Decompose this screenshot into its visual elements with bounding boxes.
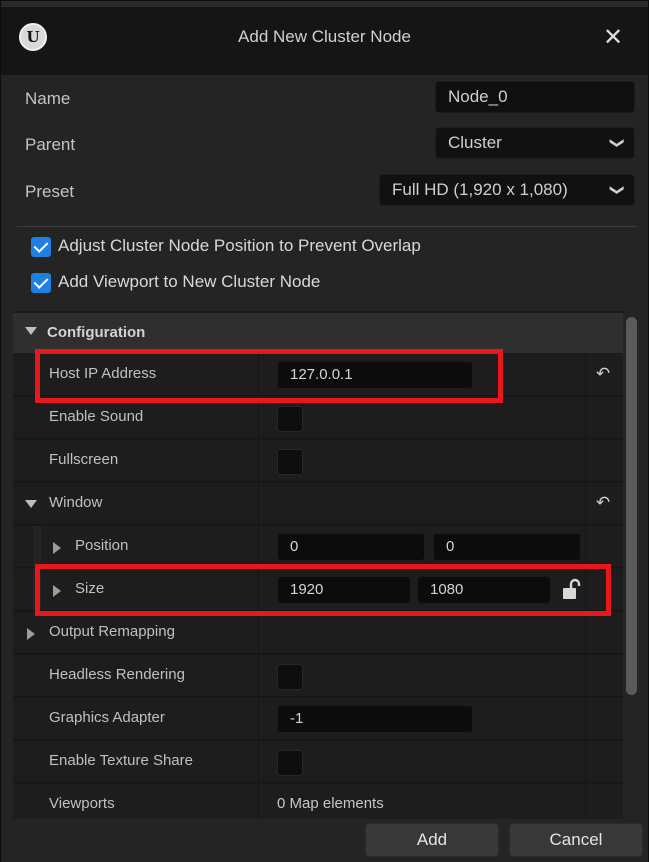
- graphics-adapter-input[interactable]: -1: [277, 705, 473, 733]
- chevron-down-icon: ❯: [610, 137, 627, 149]
- column-divider: [258, 483, 259, 524]
- column-divider: [585, 698, 586, 739]
- enable-texture-share-checkbox[interactable]: [277, 750, 303, 776]
- headless-rendering-checkbox[interactable]: [277, 664, 303, 690]
- fullscreen-checkbox[interactable]: [277, 449, 303, 475]
- dialog-footer: Add Cancel: [1, 819, 648, 862]
- chevron-down-icon: ❯: [610, 184, 627, 196]
- name-label: Name: [25, 89, 71, 108]
- title-strip: [1, 1, 648, 7]
- parent-value: Cluster: [448, 133, 502, 152]
- adjust-position-checkbox[interactable]: [31, 237, 51, 257]
- parent-label: Parent: [25, 135, 76, 154]
- name-input[interactable]: Node_0: [435, 81, 635, 113]
- row-headless-rendering: Headless Rendering: [13, 655, 623, 697]
- collapse-arrow-icon[interactable]: [53, 542, 61, 554]
- column-divider: [258, 741, 259, 782]
- details-scrollbar[interactable]: [626, 317, 637, 695]
- column-divider: [258, 612, 259, 653]
- add-viewport-checkbox[interactable]: [31, 273, 51, 293]
- enable-texture-share-label: Enable Texture Share: [49, 752, 193, 769]
- row-viewports: Viewports 0 Map elements: [13, 784, 623, 819]
- add-button[interactable]: Add: [365, 823, 499, 857]
- configuration-label: Configuration: [47, 324, 146, 341]
- indent-bar: [33, 526, 41, 567]
- parent-dropdown[interactable]: Cluster ❯: [435, 127, 635, 159]
- column-divider: [258, 655, 259, 696]
- column-divider: [585, 526, 586, 567]
- column-divider: [585, 655, 586, 696]
- preset-label: Preset: [25, 182, 75, 201]
- adjust-position-label: Adjust Cluster Node Position to Prevent …: [58, 236, 421, 255]
- headless-rendering-label: Headless Rendering: [49, 666, 185, 683]
- row-fullscreen: Fullscreen: [13, 440, 623, 482]
- position-label: Position: [75, 537, 129, 554]
- collapse-arrow-icon[interactable]: [27, 628, 35, 640]
- row-enable-texture-share: Enable Texture Share: [13, 741, 623, 783]
- fullscreen-label: Fullscreen: [49, 451, 119, 468]
- reset-to-default-icon[interactable]: ↶: [591, 493, 615, 515]
- position-x-input[interactable]: 0: [277, 533, 425, 561]
- column-divider: [258, 440, 259, 481]
- column-divider: [258, 698, 259, 739]
- title-bar: Add New Cluster Node ✕: [1, 1, 648, 75]
- output-remapping-label: Output Remapping: [49, 623, 175, 640]
- column-divider: [585, 741, 586, 782]
- preset-value: Full HD (1,920 x 1,080): [392, 180, 568, 199]
- column-divider: [258, 526, 259, 567]
- enable-sound-checkbox[interactable]: [277, 406, 303, 432]
- column-divider: [585, 354, 586, 395]
- column-divider: [585, 483, 586, 524]
- node-form: Name Node_0 Parent Cluster ❯ Preset Full…: [1, 75, 648, 307]
- position-y-input[interactable]: 0: [433, 533, 581, 561]
- add-viewport-label: Add Viewport to New Cluster Node: [58, 272, 321, 291]
- cancel-button[interactable]: Cancel: [509, 823, 643, 857]
- column-divider: [258, 397, 259, 438]
- column-divider: [585, 397, 586, 438]
- expand-arrow-icon: [25, 500, 37, 508]
- expand-arrow-icon: [25, 327, 37, 335]
- highlight-frame-size: [35, 564, 611, 616]
- dialog-title: Add New Cluster Node: [238, 27, 411, 46]
- reset-to-default-icon[interactable]: ↶: [591, 364, 615, 386]
- window-label: Window: [49, 494, 103, 511]
- row-graphics-adapter: Graphics Adapter -1: [13, 698, 623, 740]
- row-output-remapping[interactable]: Output Remapping: [13, 612, 623, 654]
- viewports-label: Viewports: [49, 795, 115, 812]
- row-enable-sound: Enable Sound: [13, 397, 623, 439]
- highlight-frame-host-ip: [35, 349, 503, 403]
- close-icon[interactable]: ✕: [599, 23, 627, 51]
- preset-dropdown[interactable]: Full HD (1,920 x 1,080) ❯: [379, 174, 635, 206]
- viewports-value: 0 Map elements: [277, 795, 384, 812]
- column-divider: [585, 784, 586, 819]
- form-separator: [17, 226, 637, 227]
- enable-sound-label: Enable Sound: [49, 408, 144, 425]
- row-window[interactable]: Window ↶: [13, 483, 623, 525]
- graphics-adapter-label: Graphics Adapter: [49, 709, 165, 726]
- column-divider: [585, 612, 586, 653]
- category-configuration[interactable]: Configuration: [13, 313, 623, 353]
- row-position: Position 0 0: [13, 526, 623, 568]
- column-divider: [258, 784, 259, 819]
- add-cluster-node-dialog: Add New Cluster Node ✕ Name Node_0 Paren…: [0, 0, 649, 862]
- column-divider: [585, 440, 586, 481]
